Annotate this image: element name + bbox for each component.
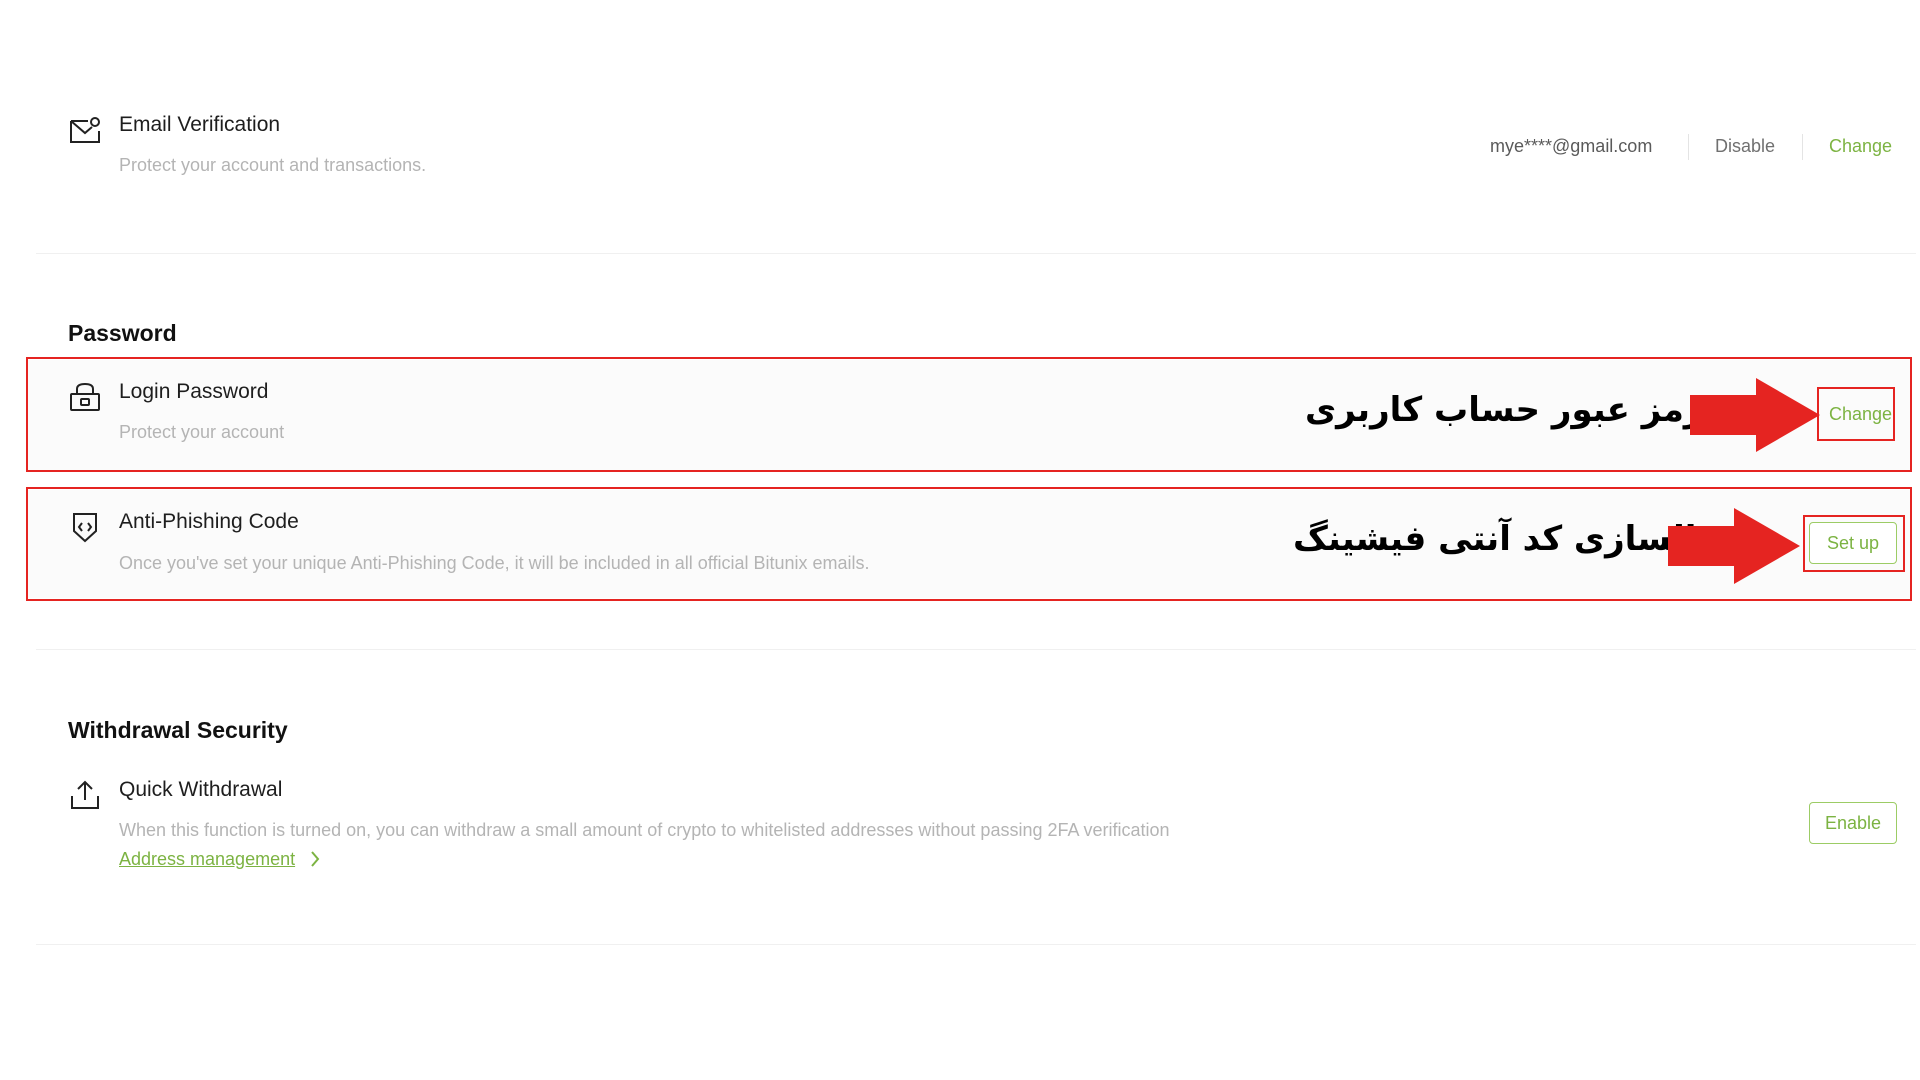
login-password-description: Protect your account (119, 422, 285, 442)
lock-icon (68, 380, 102, 414)
quick-withdrawal-description: When this function is turned on, you can… (119, 820, 1170, 840)
red-arrow-icon (1690, 378, 1820, 457)
address-management-link[interactable]: Address management (119, 849, 295, 870)
login-password-title: Login Password (119, 380, 269, 403)
divider (36, 944, 1916, 945)
separator (1688, 134, 1689, 160)
anti-phishing-description: Once you've set your unique Anti-Phishin… (119, 553, 870, 573)
red-arrow-icon (1668, 508, 1800, 589)
divider (36, 253, 1916, 254)
chevron-right-icon[interactable] (308, 849, 322, 869)
email-verification-description: Protect your account and transactions. (119, 155, 427, 175)
withdrawal-section-heading: Withdrawal Security (68, 717, 288, 743)
email-check-icon (68, 113, 102, 147)
password-section-heading: Password (68, 320, 177, 346)
email-value: mye****@gmail.com (1490, 136, 1653, 156)
upload-icon (68, 778, 102, 812)
security-settings-page: Email Verification Protect your account … (0, 0, 1920, 1080)
setup-anti-phishing-button[interactable]: Set up (1809, 522, 1897, 564)
change-email-button[interactable]: Change (1829, 136, 1892, 157)
anti-phishing-title: Anti-Phishing Code (119, 510, 299, 533)
enable-quick-withdrawal-button[interactable]: Enable (1809, 802, 1897, 844)
change-login-password-button[interactable]: Change (1829, 404, 1892, 425)
shield-code-icon (68, 510, 102, 544)
email-verification-title: Email Verification (119, 113, 281, 136)
divider (36, 649, 1916, 650)
separator (1802, 134, 1803, 160)
disable-email-button[interactable]: Disable (1715, 136, 1775, 157)
quick-withdrawal-title: Quick Withdrawal (119, 778, 283, 801)
